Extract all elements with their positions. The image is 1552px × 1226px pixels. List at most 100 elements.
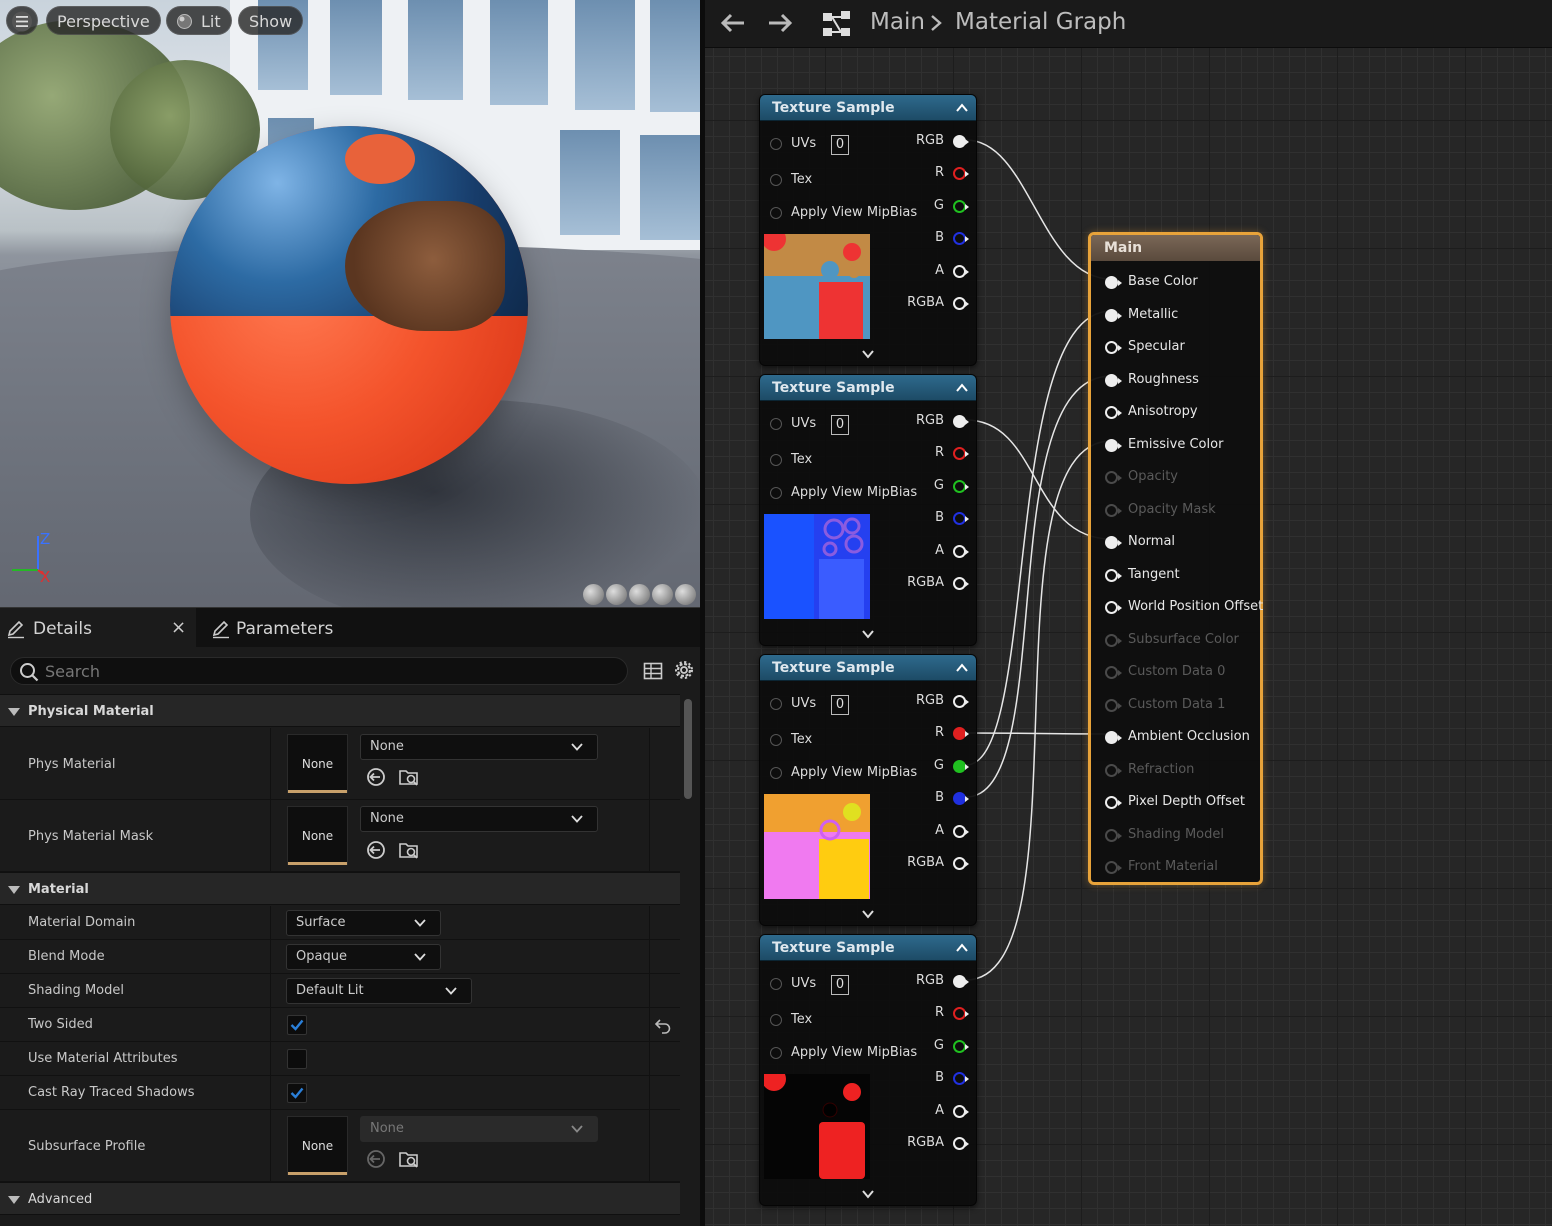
uv-index-field[interactable]: 0 bbox=[831, 415, 849, 435]
output-pin[interactable]: A bbox=[896, 262, 969, 280]
pin-circle-icon[interactable] bbox=[770, 487, 782, 499]
pin-circle-icon[interactable] bbox=[953, 415, 969, 428]
back-arrow-icon[interactable] bbox=[720, 12, 746, 34]
output-pin[interactable]: G bbox=[896, 757, 969, 775]
output-pin[interactable]: B bbox=[896, 789, 969, 807]
chevron-down-icon[interactable] bbox=[862, 1189, 874, 1199]
pin-circle-icon[interactable] bbox=[1105, 536, 1122, 549]
collapse-caret-icon[interactable] bbox=[956, 943, 968, 953]
pin-circle-icon[interactable] bbox=[770, 454, 782, 466]
graph-hierarchy-icon[interactable] bbox=[822, 10, 852, 38]
texture-sample-node[interactable]: Texture Sample UVs 0 Tex Apply View MipBias R… bbox=[759, 374, 977, 646]
uv-index-field[interactable]: 0 bbox=[831, 695, 849, 715]
output-pin[interactable]: RGBA bbox=[896, 1134, 969, 1152]
pin-circle-icon[interactable] bbox=[953, 727, 969, 740]
output-pin[interactable]: RGB bbox=[896, 692, 969, 710]
uv-index-field[interactable]: 0 bbox=[831, 975, 849, 995]
pin-circle-icon[interactable] bbox=[953, 512, 969, 525]
output-pin[interactable]: B bbox=[896, 509, 969, 527]
pin-circle-icon[interactable] bbox=[953, 545, 969, 558]
pin-circle-icon[interactable] bbox=[770, 767, 782, 779]
collapse-caret-icon[interactable] bbox=[956, 103, 968, 113]
output-pin[interactable]: B bbox=[896, 229, 969, 247]
pin-circle-icon[interactable] bbox=[953, 760, 969, 773]
pin-circle-icon[interactable] bbox=[1105, 731, 1122, 744]
uv-index-field[interactable]: 0 bbox=[831, 135, 849, 155]
output-pin[interactable]: G bbox=[896, 197, 969, 215]
pin-circle-icon[interactable] bbox=[770, 1014, 782, 1026]
pin-circle-icon[interactable] bbox=[770, 698, 782, 710]
output-pin[interactable]: R bbox=[896, 1004, 969, 1022]
pin-circle-icon[interactable] bbox=[1105, 276, 1122, 289]
pin-circle-icon[interactable] bbox=[1105, 861, 1122, 874]
output-pin[interactable]: RGB bbox=[896, 972, 969, 990]
output-pin[interactable]: RGB bbox=[896, 412, 969, 430]
pin-circle-icon[interactable] bbox=[1105, 698, 1122, 712]
pin-circle-icon[interactable] bbox=[770, 174, 782, 186]
collapse-caret-icon[interactable] bbox=[956, 383, 968, 393]
texture-sample-node[interactable]: Texture Sample UVs 0 Tex Apply View MipBias R… bbox=[759, 934, 977, 1206]
pin-circle-icon[interactable] bbox=[1105, 796, 1122, 809]
pin-circle-icon[interactable] bbox=[1105, 341, 1122, 354]
pin-circle-icon[interactable] bbox=[1105, 438, 1122, 452]
pin-circle-icon[interactable] bbox=[1105, 763, 1122, 777]
output-pin[interactable]: A bbox=[896, 542, 969, 560]
output-pin[interactable]: A bbox=[896, 1102, 969, 1120]
pin-circle-icon[interactable] bbox=[770, 138, 782, 150]
pin-circle-icon[interactable] bbox=[953, 265, 969, 278]
pin-circle-icon[interactable] bbox=[953, 1105, 969, 1118]
output-pin[interactable]: R bbox=[896, 164, 969, 182]
chevron-down-icon[interactable] bbox=[862, 909, 874, 919]
pin-circle-icon[interactable] bbox=[1105, 471, 1122, 484]
pin-circle-icon[interactable] bbox=[1105, 633, 1122, 647]
output-pin[interactable]: B bbox=[896, 1069, 969, 1087]
pin-circle-icon[interactable] bbox=[953, 1007, 969, 1020]
pin-circle-icon[interactable] bbox=[1105, 308, 1122, 322]
pin-circle-icon[interactable] bbox=[953, 825, 969, 838]
breadcrumb-main[interactable]: Main bbox=[870, 9, 925, 35]
collapse-caret-icon[interactable] bbox=[956, 663, 968, 673]
output-pin[interactable]: RGBA bbox=[896, 854, 969, 872]
output-pin[interactable]: A bbox=[896, 822, 969, 840]
forward-arrow-icon[interactable] bbox=[767, 12, 793, 34]
output-pin[interactable]: G bbox=[896, 477, 969, 495]
pin-circle-icon[interactable] bbox=[953, 1072, 969, 1085]
pin-circle-icon[interactable] bbox=[953, 297, 969, 310]
pin-circle-icon[interactable] bbox=[953, 975, 969, 988]
output-pin[interactable]: RGBA bbox=[896, 294, 969, 312]
pin-circle-icon[interactable] bbox=[770, 1047, 782, 1059]
pin-circle-icon[interactable] bbox=[953, 1137, 969, 1150]
pin-circle-icon[interactable] bbox=[953, 480, 969, 493]
chevron-down-icon[interactable] bbox=[862, 629, 874, 639]
pin-circle-icon[interactable] bbox=[1105, 828, 1122, 842]
pin-circle-icon[interactable] bbox=[953, 857, 969, 870]
pin-circle-icon[interactable] bbox=[953, 577, 969, 590]
pin-circle-icon[interactable] bbox=[953, 792, 969, 805]
main-material-node[interactable]: Main Base Color Metallic Specular Roughness… bbox=[1088, 232, 1263, 885]
pin-circle-icon[interactable] bbox=[1105, 568, 1122, 582]
pin-circle-icon[interactable] bbox=[953, 200, 969, 213]
pin-circle-icon[interactable] bbox=[953, 447, 969, 460]
pin-circle-icon[interactable] bbox=[1105, 666, 1122, 679]
texture-sample-node[interactable]: Texture Sample UVs 0 Tex Apply View MipBias R… bbox=[759, 94, 977, 366]
pin-circle-icon[interactable] bbox=[1105, 503, 1122, 517]
pin-circle-icon[interactable] bbox=[953, 135, 969, 148]
texture-sample-node[interactable]: Texture Sample UVs 0 Tex Apply View MipBias R… bbox=[759, 654, 977, 926]
chevron-down-icon[interactable] bbox=[862, 349, 874, 359]
output-pin[interactable]: R bbox=[896, 444, 969, 462]
pin-circle-icon[interactable] bbox=[953, 1040, 969, 1053]
pin-circle-icon[interactable] bbox=[770, 418, 782, 430]
pin-circle-icon[interactable] bbox=[770, 207, 782, 219]
pin-circle-icon[interactable] bbox=[953, 232, 969, 245]
pin-circle-icon[interactable] bbox=[953, 167, 969, 180]
pin-circle-icon[interactable] bbox=[1105, 601, 1122, 614]
output-pin[interactable]: G bbox=[896, 1037, 969, 1055]
output-pin[interactable]: R bbox=[896, 724, 969, 742]
pin-circle-icon[interactable] bbox=[770, 734, 782, 746]
pin-circle-icon[interactable] bbox=[1105, 406, 1122, 419]
output-pin[interactable]: RGB bbox=[896, 132, 969, 150]
pin-circle-icon[interactable] bbox=[1105, 373, 1122, 387]
output-pin[interactable]: RGBA bbox=[896, 574, 969, 592]
pin-circle-icon[interactable] bbox=[953, 695, 969, 708]
pin-circle-icon[interactable] bbox=[770, 978, 782, 990]
